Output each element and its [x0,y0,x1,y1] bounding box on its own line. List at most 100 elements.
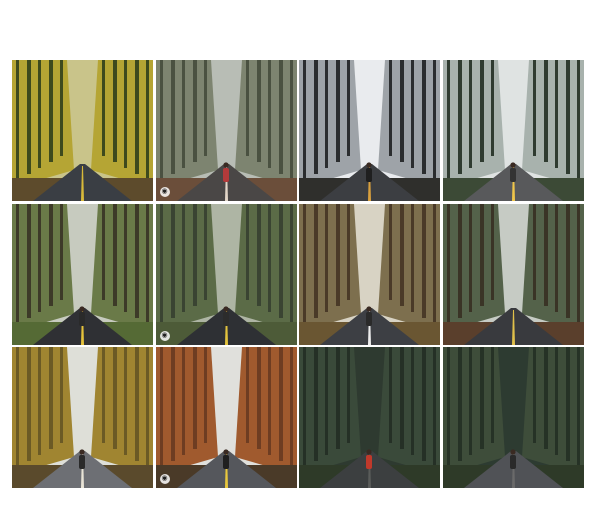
photo-trunk [336,203,340,306]
photo-trunk [389,347,392,443]
photo-image [12,203,153,345]
photo-person-head [222,449,229,455]
photo-trees-left [442,60,505,188]
photo-trees-left [12,203,74,332]
gallery-badge-icon: ◉ [159,187,170,197]
photo-trunk [565,60,570,174]
photo-image [442,347,584,488]
photo-tile[interactable] [12,203,153,345]
photo-trunk [457,60,462,174]
photo-trunk [303,203,306,324]
photo-trunk [411,347,414,455]
photo-trunk [113,347,117,449]
photo-trunk [543,60,548,162]
photo-trunk [267,347,271,455]
photo-image [442,60,584,201]
photo-image [12,60,153,201]
photo-trees-right [234,203,297,332]
photo-trunk [60,203,63,300]
photo-trunk [146,60,149,180]
photo-trunk [159,60,163,180]
photo-trunk [576,347,580,467]
photo-trunk [303,60,306,180]
photo-trunk [289,347,293,467]
photo-trunk [576,60,580,180]
photo-tile[interactable] [299,60,440,201]
photo-trunk [135,203,139,318]
photo-trees-left [299,347,361,475]
photo-trunk [325,203,328,312]
photo-trunk [446,60,450,180]
photo-trunk [479,60,484,162]
photo-person-head [222,162,229,168]
photo-trunk [256,60,261,162]
photo-trunk [411,203,414,312]
photo-trunk [400,203,404,306]
photo-trunk [554,60,558,168]
photo-trunk [181,203,185,312]
photo-trunk [16,203,19,324]
photo-trunk [124,347,127,455]
photo-trunk [192,347,197,449]
photo-tile[interactable] [12,347,153,488]
photo-tile[interactable] [12,60,153,201]
photo-image [299,347,440,488]
photo-trunk [446,347,450,467]
photo-trunk [278,60,283,174]
photo-trees-right [234,60,297,188]
photo-tile[interactable]: ◉ [155,347,297,488]
photo-trees-right [378,60,440,188]
photo-trunk [170,347,175,461]
photo-trunk [135,347,139,461]
photo-trunk [27,203,31,318]
photo-trunk [245,203,249,300]
photo-tile[interactable] [442,60,584,201]
photo-grid: ◉ ◉ ◉ [12,60,584,489]
photo-tile[interactable] [299,347,440,488]
photo-trunk [490,347,494,443]
photo-person [509,455,516,469]
photo-image [155,203,297,345]
photo-trunk [565,203,570,318]
photo-trees-left [299,60,361,188]
photo-tile[interactable]: ◉ [155,60,297,201]
photo-trunk [181,347,185,455]
photo-person [222,311,229,326]
photo-trunk [102,60,105,156]
photo-tile[interactable]: ◉ [155,203,297,345]
photo-trunk [554,347,558,455]
gallery-badge-icon: ◉ [159,474,170,484]
photo-trunk [49,347,53,449]
photo-person [509,168,516,182]
photo-tile[interactable] [299,203,440,345]
photo-person [366,168,372,182]
photo-trunk [422,203,426,318]
photo-trees-right [521,347,584,475]
photo-trunk [49,203,53,306]
photo-trunk [124,203,127,312]
photo-person-head [79,449,85,455]
photo-trunk [532,347,536,443]
photo-trunk [336,347,340,449]
photo-person-head [366,449,372,455]
photo-person [79,311,85,326]
photo-trunk [159,347,163,467]
photo-image [155,60,297,201]
photo-trunk [433,347,436,467]
photo-trunk [159,203,163,324]
photo-trunk [60,347,63,443]
photo-trunk [576,203,580,324]
photo-image [442,203,584,345]
photo-trunk [347,203,350,300]
photo-trunk [146,203,149,324]
photo-tile[interactable] [442,347,584,488]
photo-trunk [113,203,117,306]
photo-image [299,60,440,201]
photo-trunk [532,203,536,300]
photo-trunk [400,60,404,162]
photo-tile[interactable] [442,203,584,345]
photo-person-head [509,162,516,168]
photo-trunk [468,60,472,168]
photo-trunk [457,347,462,461]
photo-trunk [245,60,249,156]
